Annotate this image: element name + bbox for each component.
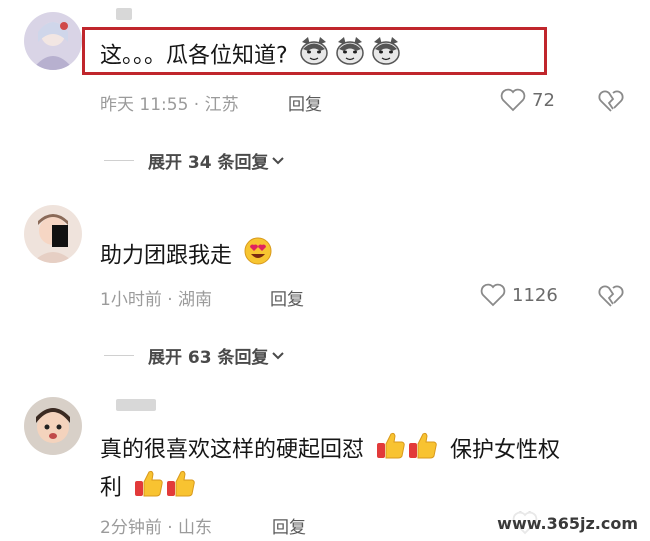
- divider-line: [104, 355, 134, 356]
- comment-text: 这。。。瓜各位知道?: [100, 36, 405, 77]
- expand-label: 展开 63 条回复: [148, 348, 269, 368]
- chevron-down-icon: [271, 351, 284, 359]
- thumbs-up-icon: [133, 468, 195, 509]
- like-count: 72: [532, 89, 555, 111]
- avatar[interactable]: [24, 12, 82, 70]
- heart-eyes-emoji-icon: [243, 236, 273, 277]
- avatar[interactable]: [24, 205, 82, 263]
- dislike-icon[interactable]: [597, 283, 625, 309]
- comment-text-line-1: 真的很喜欢这样的硬起回怼 保护女性权: [100, 430, 560, 471]
- expand-replies[interactable]: 展开 34 条回复: [104, 148, 285, 173]
- heart-icon: [480, 283, 506, 307]
- reply-button[interactable]: 回复: [270, 285, 304, 310]
- expand-replies[interactable]: 展开 63 条回复: [104, 343, 285, 368]
- comment-meta: 2分钟前 · 山东: [100, 518, 213, 538]
- dislike-icon[interactable]: [597, 88, 625, 114]
- reply-button[interactable]: 回复: [288, 90, 322, 115]
- thumbs-up-icon: [375, 430, 437, 471]
- comment-meta: 1小时前 · 湖南: [100, 290, 213, 310]
- like-button[interactable]: 72: [500, 88, 555, 112]
- chevron-down-icon: [271, 156, 284, 164]
- heart-icon: [500, 88, 526, 112]
- reply-button[interactable]: 回复: [272, 513, 306, 538]
- divider-line: [104, 160, 134, 161]
- comment-text: 助力团跟我走: [100, 236, 273, 277]
- username-blurred[interactable]: [116, 8, 132, 20]
- watermark: www.365jz.com: [493, 512, 642, 535]
- husky-emoji-icon: [299, 36, 405, 77]
- comment-meta: 昨天 11:55 · 江苏: [100, 95, 239, 115]
- expand-label: 展开 34 条回复: [148, 153, 269, 173]
- comment-text-line-2: 利: [100, 468, 195, 509]
- like-button[interactable]: 1126: [480, 283, 558, 307]
- username-blurred[interactable]: [116, 399, 156, 411]
- avatar[interactable]: [24, 397, 82, 455]
- like-count: 1126: [512, 284, 558, 306]
